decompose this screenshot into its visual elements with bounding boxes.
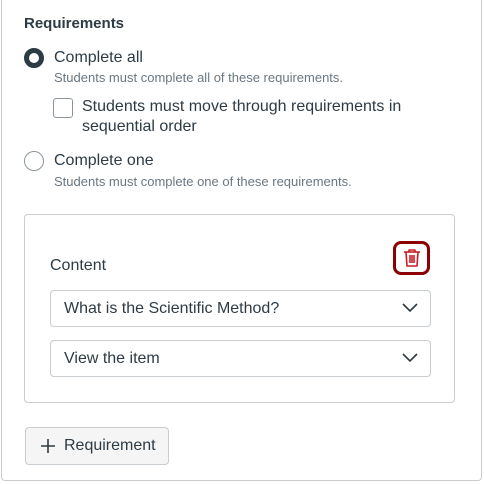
requirement-action-select[interactable]: View the item — [50, 340, 431, 377]
sequential-order-label[interactable]: Students must move through requirements … — [82, 97, 412, 137]
complete-all-option[interactable]: Complete all — [24, 48, 143, 68]
delete-requirement-button[interactable] — [393, 241, 430, 275]
sequential-order-option[interactable]: Students must move through requirements … — [53, 97, 412, 137]
content-item-value: What is the Scientific Method? — [64, 299, 280, 317]
add-requirement-button[interactable]: Requirement — [25, 427, 169, 465]
complete-all-radio[interactable] — [24, 48, 44, 68]
chevron-down-icon — [402, 353, 418, 363]
sequential-order-checkbox[interactable] — [53, 98, 73, 118]
complete-all-label[interactable]: Complete all — [54, 49, 143, 67]
complete-one-helper: Students must complete one of these requ… — [54, 174, 352, 189]
complete-one-label[interactable]: Complete one — [54, 152, 154, 170]
content-requirement-card: Content What is the Scientific Method? V… — [24, 214, 455, 403]
content-label: Content — [50, 257, 107, 274]
requirement-action-value: View the item — [64, 349, 160, 367]
chevron-down-icon — [402, 303, 418, 313]
complete-all-helper: Students must complete all of these requ… — [54, 70, 344, 85]
trash-icon — [403, 249, 420, 267]
complete-one-option[interactable]: Complete one — [24, 151, 154, 171]
content-item-select[interactable]: What is the Scientific Method? — [50, 290, 431, 327]
add-requirement-label: Requirement — [64, 437, 156, 454]
complete-one-radio[interactable] — [24, 151, 44, 171]
plus-icon — [41, 439, 55, 453]
requirements-heading: Requirements — [24, 15, 125, 32]
